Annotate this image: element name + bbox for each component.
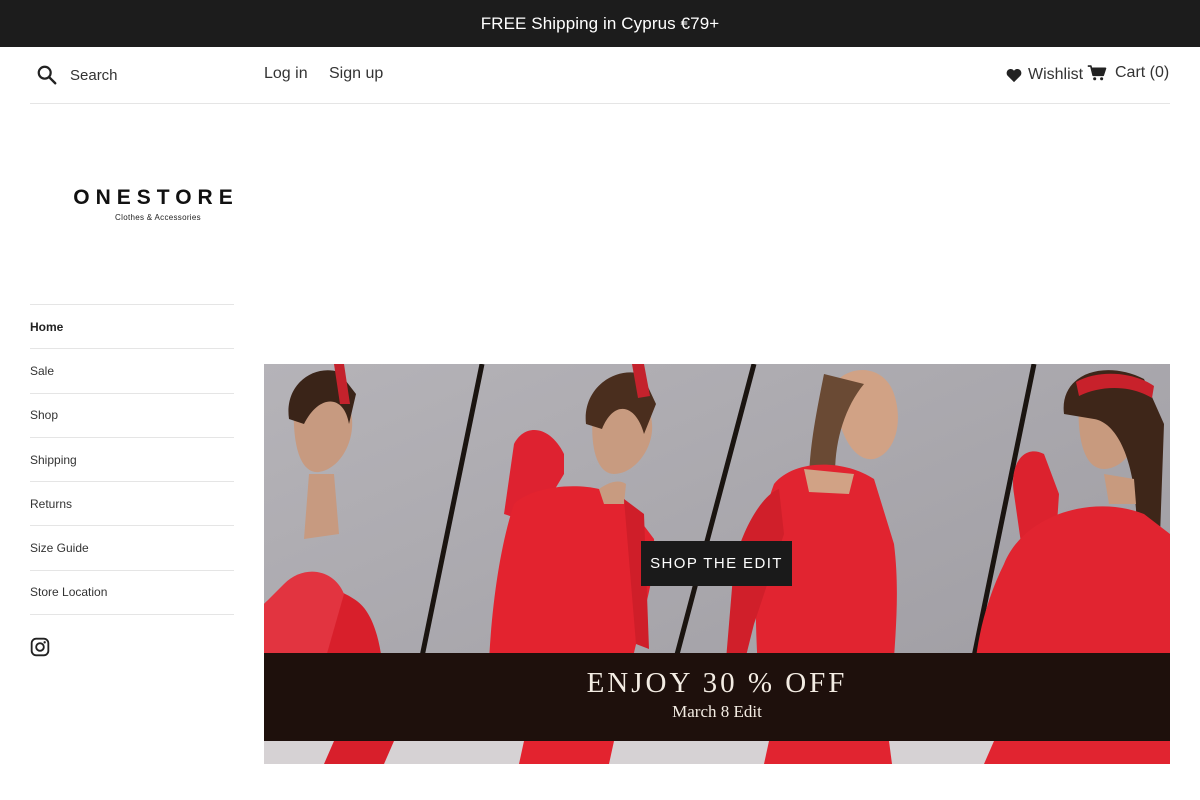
search-input[interactable] xyxy=(70,61,250,89)
promo-subtitle: March 8 Edit xyxy=(672,702,762,721)
logo-tagline: Clothes & Accessories xyxy=(115,213,201,222)
wishlist-label: Wishlist xyxy=(1028,66,1084,83)
promo-title: ENJOY 30 % OFF xyxy=(586,667,848,699)
sidebar-item-sale[interactable]: Sale xyxy=(30,349,234,394)
sidebar-item-size-guide[interactable]: Size Guide xyxy=(30,526,234,571)
login-link[interactable]: Log in xyxy=(264,65,308,83)
sidebar-item-shipping[interactable]: Shipping xyxy=(30,438,234,483)
cart-icon xyxy=(1087,65,1107,81)
announcement-text: FREE Shipping in Cyprus €79+ xyxy=(480,13,720,33)
search-icon[interactable] xyxy=(36,64,58,86)
shop-the-edit-button[interactable]: SHOP THE EDIT xyxy=(641,541,792,586)
sidebar-item-shop[interactable]: Shop xyxy=(30,394,234,438)
wishlist-link[interactable]: Wishlist xyxy=(1006,66,1083,84)
sidebar-nav: Home Sale Shop Shipping Returns Size Gui… xyxy=(30,304,234,616)
cart-link[interactable]: Cart (0) xyxy=(1087,64,1169,82)
site-header: Log in Sign up Wishlist Cart (0) xyxy=(30,47,1170,104)
heart-icon xyxy=(1006,68,1022,82)
signup-link[interactable]: Sign up xyxy=(329,65,383,83)
sidebar-item-home[interactable]: Home xyxy=(30,305,234,350)
sidebar-item-store-location[interactable]: Store Location xyxy=(30,571,234,616)
cart-label: Cart (0) xyxy=(1115,64,1170,81)
promo-band: ENJOY 30 % OFF March 8 Edit xyxy=(264,653,1170,741)
logo-name: ONESTORE xyxy=(73,186,239,209)
hero-banner[interactable]: SHOP THE EDIT ENJOY 30 % OFF March 8 Edi… xyxy=(264,364,1170,764)
store-logo[interactable]: ONESTORE Clothes & Accessories xyxy=(73,186,243,222)
instagram-icon[interactable] xyxy=(30,637,50,657)
sidebar-item-returns[interactable]: Returns xyxy=(30,482,234,527)
announcement-bar: FREE Shipping in Cyprus €79+ xyxy=(0,0,1200,47)
